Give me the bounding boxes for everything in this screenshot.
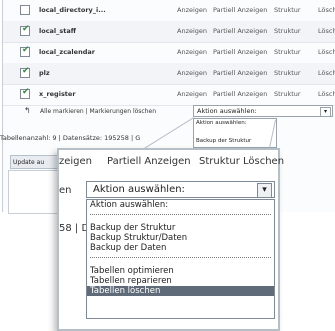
row-action-link[interactable]: Partiell Anzeigen: [213, 27, 267, 35]
row-action-link[interactable]: Struktur: [274, 69, 301, 77]
dropdown-option[interactable]: Tabellen löschen: [87, 286, 274, 296]
row-checkbox[interactable]: [20, 87, 30, 99]
table-name[interactable]: local_directory_i...: [39, 6, 106, 14]
row-action-link[interactable]: Partiell Anzeigen: [213, 48, 267, 56]
row-action-link[interactable]: Partiell Anzeigen: [213, 6, 267, 14]
row-action-link[interactable]: Anzeigen: [177, 69, 207, 77]
dropdown-option[interactable]: Tabellen reparieren: [87, 276, 274, 286]
action-dropdown-list: Aktion auswählen: Backup der Struktur Back…: [86, 199, 275, 319]
dropdown-option[interactable]: Aktion auswählen:: [194, 119, 276, 128]
row-action-link[interactable]: Lösche: [318, 48, 335, 56]
dropdown-option[interactable]: Backup der Daten: [87, 243, 274, 253]
tab-content: [8, 170, 61, 214]
row-checkbox[interactable]: [20, 45, 30, 57]
magnified-header: zeigen Partiell Anzeigen Struktur Lösche…: [59, 154, 284, 174]
row-action-link[interactable]: Lösche: [318, 27, 335, 35]
magnified-label: 58 | D: [59, 223, 90, 234]
table-row: local_zcalendar Anzeigen Partiell Anzeigen…: [3, 42, 335, 64]
arrow-up-icon: ↰: [24, 106, 31, 115]
dropdown-option[interactable]: [194, 128, 276, 137]
row-action-link[interactable]: Lösche: [318, 6, 335, 14]
row-checkbox[interactable]: [20, 24, 30, 36]
row-action-link[interactable]: Struktur: [274, 90, 301, 98]
magnified-action-select[interactable]: Aktion auswählen: ▾: [86, 181, 275, 198]
action-select[interactable]: Aktion auswählen: ▾: [193, 105, 333, 117]
dropdown-option[interactable]: Backup Struktur/Daten: [87, 233, 274, 243]
dropdown-separator: [87, 257, 274, 266]
magnified-label: en: [59, 185, 72, 196]
row-action-link[interactable]: Struktur: [274, 6, 301, 14]
row-checkbox[interactable]: [20, 5, 30, 15]
table-row: local_staff Anzeigen Partiell Anzeigen Stru…: [3, 21, 335, 43]
table-name[interactable]: plz: [39, 69, 50, 77]
row-action-link[interactable]: Anzeigen: [177, 48, 207, 56]
row-action-link[interactable]: Partiell Anzeigen: [213, 90, 267, 98]
row-action-link[interactable]: Anzeigen: [177, 6, 207, 14]
row-action-link[interactable]: Struktur: [274, 48, 301, 56]
action-dropdown-small: Aktion auswählen: Backup der Struktur: [193, 118, 277, 148]
header-action: Struktur: [199, 156, 240, 167]
table-row: plz Anzeigen Partiell Anzeigen Struktur Lösc…: [3, 63, 335, 85]
row-action-link[interactable]: Partiell Anzeigen: [213, 69, 267, 77]
chevron-down-icon: ▾: [320, 107, 331, 117]
row-action-link[interactable]: Struktur: [274, 27, 301, 35]
header-action: zeigen: [59, 156, 93, 167]
dropdown-option[interactable]: Aktion auswählen:: [87, 200, 274, 210]
dropdown-option[interactable]: Backup der Struktur: [194, 137, 276, 146]
header-action: Löschen: [243, 156, 285, 167]
dropdown-option[interactable]: Tabellen optimieren: [87, 266, 274, 276]
dropdown-option[interactable]: Backup der Struktur: [87, 223, 274, 233]
mark-links[interactable]: Alle markieren | Markierungen löschen: [40, 108, 156, 115]
row-action-link[interactable]: Lösche: [318, 69, 335, 77]
chevron-down-icon: ▾: [257, 183, 272, 198]
row-action-link[interactable]: Lösche: [318, 90, 335, 98]
row-action-link[interactable]: Anzeigen: [177, 27, 207, 35]
dropdown-separator: [87, 214, 274, 223]
table-row: local_directory_i... Anzeigen Partiell Anz…: [3, 0, 335, 22]
row-checkbox[interactable]: [20, 66, 30, 78]
header-action: Partiell Anzeigen: [107, 156, 191, 167]
magnifier-panel: zeigen Partiell Anzeigen Struktur Lösche…: [57, 148, 284, 331]
table-row: x_register Anzeigen Partiell Anzeigen Struk…: [3, 84, 335, 106]
table-name[interactable]: local_staff: [39, 27, 76, 35]
table-stats: Tabellenanzahl: 9 | Datensätze: 195258 |…: [0, 134, 141, 142]
table-name[interactable]: local_zcalendar: [39, 48, 95, 56]
table-name[interactable]: x_register: [39, 90, 76, 98]
row-action-link[interactable]: Anzeigen: [177, 90, 207, 98]
